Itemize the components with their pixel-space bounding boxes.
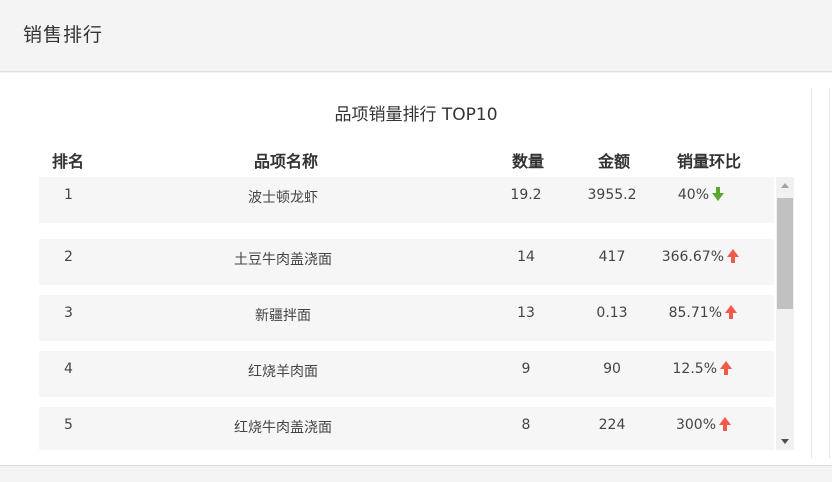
qty-cell: 8: [521, 417, 531, 433]
amount-cell: 0.13: [596, 305, 628, 321]
scrollbar-thumb[interactable]: [777, 198, 793, 309]
qty-cell: 9: [521, 361, 531, 377]
item-name-cell: 波士顿龙虾: [248, 190, 318, 206]
qty-cell: 13: [517, 305, 535, 321]
panel-divider: [811, 88, 812, 458]
qty-cell: 14: [517, 249, 535, 265]
col-header-name: 品项名称: [254, 152, 319, 171]
amount-cell: 224: [598, 417, 626, 433]
table-row[interactable]: 4 红烧羊肉面 9 90 12.5%: [39, 351, 774, 397]
ranking-list[interactable]: 1 波士顿龙虾 19.2 3955.2 40% 2 土豆牛肉盖浇面 14 417…: [39, 177, 774, 450]
change-cell: 40%: [661, 187, 774, 203]
change-value: 12.5%: [672, 361, 717, 377]
table-row[interactable]: 5 红烧牛肉盖浇面 8 224 300%: [39, 407, 774, 450]
page-title: 销售排行: [23, 24, 104, 46]
change-cell: 85.71%: [657, 305, 774, 321]
panel-divider: [829, 88, 830, 458]
scroll-up-icon[interactable]: [776, 177, 794, 195]
amount-cell: 3955.2: [587, 187, 637, 203]
page-header: 销售排行: [0, 0, 832, 72]
col-header-qty: 数量: [512, 152, 545, 171]
col-header-rank: 排名: [52, 152, 85, 171]
rank-cell: 3: [64, 305, 73, 321]
change-value: 300%: [675, 417, 716, 433]
ranking-title: 品项销量排行 TOP10: [334, 105, 498, 125]
amount-cell: 417: [598, 249, 626, 265]
arrow-down-icon: [712, 187, 724, 201]
scroll-down-icon[interactable]: [776, 432, 794, 450]
rank-cell: 1: [64, 187, 73, 203]
change-value: 85.71%: [668, 305, 722, 321]
change-cell: 366.67%: [657, 249, 774, 265]
rank-cell: 4: [64, 361, 73, 377]
change-cell: 300%: [657, 417, 774, 433]
col-header-amount: 金额: [598, 152, 631, 171]
arrow-up-icon: [725, 305, 737, 319]
rank-cell: 2: [64, 249, 73, 265]
item-name-cell: 红烧牛肉盖浇面: [234, 420, 332, 436]
list-scrollbar[interactable]: [776, 177, 794, 450]
arrow-up-icon: [719, 417, 731, 431]
qty-cell: 19.2: [510, 187, 542, 203]
change-value: 40%: [677, 187, 709, 203]
change-cell: 12.5%: [657, 361, 774, 377]
item-name-cell: 土豆牛肉盖浇面: [234, 252, 332, 268]
table-row[interactable]: 1 波士顿龙虾 19.2 3955.2 40%: [39, 177, 774, 223]
arrow-up-icon: [727, 249, 739, 263]
rank-cell: 5: [64, 417, 73, 433]
amount-cell: 90: [603, 361, 621, 377]
change-value: 366.67%: [661, 249, 724, 265]
item-name-cell: 新疆拌面: [255, 308, 311, 324]
table-row[interactable]: 2 土豆牛肉盖浇面 14 417 366.67%: [39, 239, 774, 285]
item-name-cell: 红烧羊肉面: [248, 364, 318, 380]
col-header-change: 销量环比: [677, 152, 742, 171]
table-row[interactable]: 3 新疆拌面 13 0.13 85.71%: [39, 295, 774, 341]
arrow-up-icon: [720, 361, 732, 375]
